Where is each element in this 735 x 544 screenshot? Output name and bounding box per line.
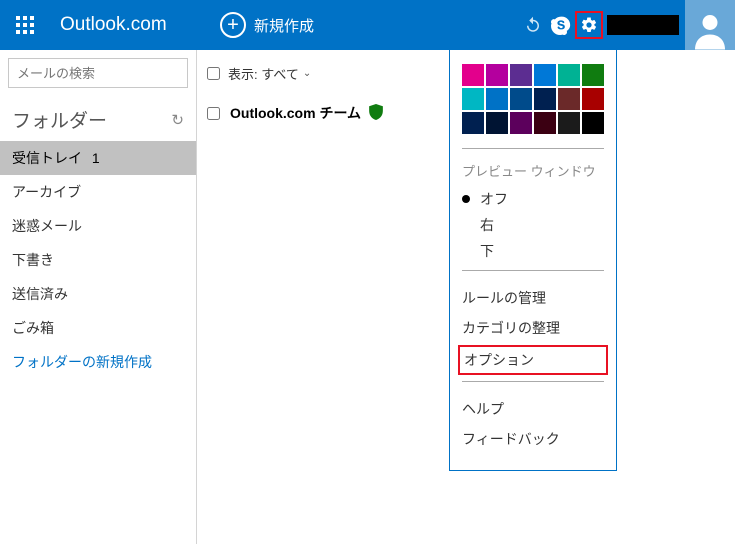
header-actions <box>519 0 735 50</box>
theme-swatch[interactable] <box>558 112 580 134</box>
select-all-checkbox[interactable] <box>207 67 220 80</box>
preview-option-right[interactable]: 右 <box>462 212 604 238</box>
settings-link-help[interactable]: ヘルプ <box>462 394 604 424</box>
main-body: フォルダー ↻ 受信トレイ 1 アーカイブ 迷惑メール 下書き 送信済み ごみ箱… <box>0 50 735 544</box>
theme-swatch[interactable] <box>510 64 532 86</box>
message-checkbox[interactable] <box>207 107 220 120</box>
panel-separator <box>462 270 604 271</box>
compose-label: 新規作成 <box>254 15 314 36</box>
folder-sent[interactable]: 送信済み <box>0 277 196 311</box>
theme-swatch[interactable] <box>510 112 532 134</box>
theme-color-grid <box>462 64 604 134</box>
user-avatar[interactable] <box>685 0 735 50</box>
radio-selected-icon <box>462 195 470 203</box>
theme-swatch[interactable] <box>486 88 508 110</box>
folder-drafts[interactable]: 下書き <box>0 243 196 277</box>
preview-option-bottom[interactable]: 下 <box>462 238 604 264</box>
theme-swatch[interactable] <box>534 112 556 134</box>
search-input[interactable] <box>17 66 193 81</box>
folder-count: 1 <box>92 150 100 166</box>
theme-swatch[interactable] <box>486 64 508 86</box>
app-launcher-button[interactable] <box>0 0 50 50</box>
preview-option-off[interactable]: オフ <box>462 186 604 212</box>
search-box[interactable] <box>8 58 188 88</box>
folders-heading: フォルダー <box>12 106 107 133</box>
settings-link-rules[interactable]: ルールの管理 <box>462 283 604 313</box>
theme-swatch[interactable] <box>486 112 508 134</box>
user-name-redacted <box>607 15 679 35</box>
skype-button[interactable] <box>547 0 575 50</box>
settings-link-categories[interactable]: カテゴリの整理 <box>462 313 604 343</box>
theme-swatch[interactable] <box>558 88 580 110</box>
theme-swatch[interactable] <box>510 88 532 110</box>
theme-swatch[interactable] <box>534 64 556 86</box>
theme-swatch[interactable] <box>534 88 556 110</box>
app-header: Outlook.com + 新規作成 <box>0 0 735 50</box>
theme-swatch[interactable] <box>462 112 484 134</box>
panel-separator <box>462 381 604 382</box>
new-folder-link[interactable]: フォルダーの新規作成 <box>0 345 196 379</box>
undo-button[interactable] <box>519 0 547 50</box>
settings-link-options[interactable]: オプション <box>458 345 608 375</box>
folder-junk[interactable]: 迷惑メール <box>0 209 196 243</box>
folder-trash[interactable]: ごみ箱 <box>0 311 196 345</box>
sidebar: フォルダー ↻ 受信トレイ 1 アーカイブ 迷惑メール 下書き 送信済み ごみ箱… <box>0 50 197 544</box>
theme-swatch[interactable] <box>582 64 604 86</box>
theme-swatch[interactable] <box>582 88 604 110</box>
panel-separator <box>462 148 604 149</box>
theme-swatch[interactable] <box>462 88 484 110</box>
settings-highlight-box <box>575 11 603 39</box>
folder-archive[interactable]: アーカイブ <box>0 175 196 209</box>
gear-icon <box>580 16 598 34</box>
message-sender: Outlook.com チーム <box>230 103 361 123</box>
waffle-icon <box>16 16 34 34</box>
theme-swatch[interactable] <box>582 112 604 134</box>
chevron-down-icon: ⌄ <box>303 68 311 79</box>
refresh-icon[interactable]: ↻ <box>171 111 184 129</box>
plus-circle-icon: + <box>220 12 246 38</box>
theme-swatch[interactable] <box>558 64 580 86</box>
skype-icon <box>551 15 571 35</box>
settings-link-feedback[interactable]: フィードバック <box>462 424 604 454</box>
folders-heading-row: フォルダー ↻ <box>0 96 196 141</box>
theme-swatch[interactable] <box>462 64 484 86</box>
folder-label: 受信トレイ <box>12 150 82 166</box>
view-label: 表示: <box>228 64 258 83</box>
view-value[interactable]: すべて <box>261 64 299 83</box>
undo-icon <box>524 16 542 34</box>
content-pane: 表示: すべて ⌄ Outlook.com チーム プレビュー ウィンドウ オフ… <box>197 50 735 544</box>
preview-window-label: プレビュー ウィンドウ <box>462 161 604 180</box>
verified-shield-icon <box>369 104 383 123</box>
brand-title[interactable]: Outlook.com <box>50 14 210 36</box>
folder-inbox[interactable]: 受信トレイ 1 <box>0 141 196 175</box>
settings-dropdown: プレビュー ウィンドウ オフ 右 下 ルールの管理 カテゴリの整理 オプション … <box>449 50 617 471</box>
settings-button[interactable] <box>575 0 603 50</box>
compose-button[interactable]: + 新規作成 <box>210 12 314 38</box>
person-icon <box>692 10 728 50</box>
